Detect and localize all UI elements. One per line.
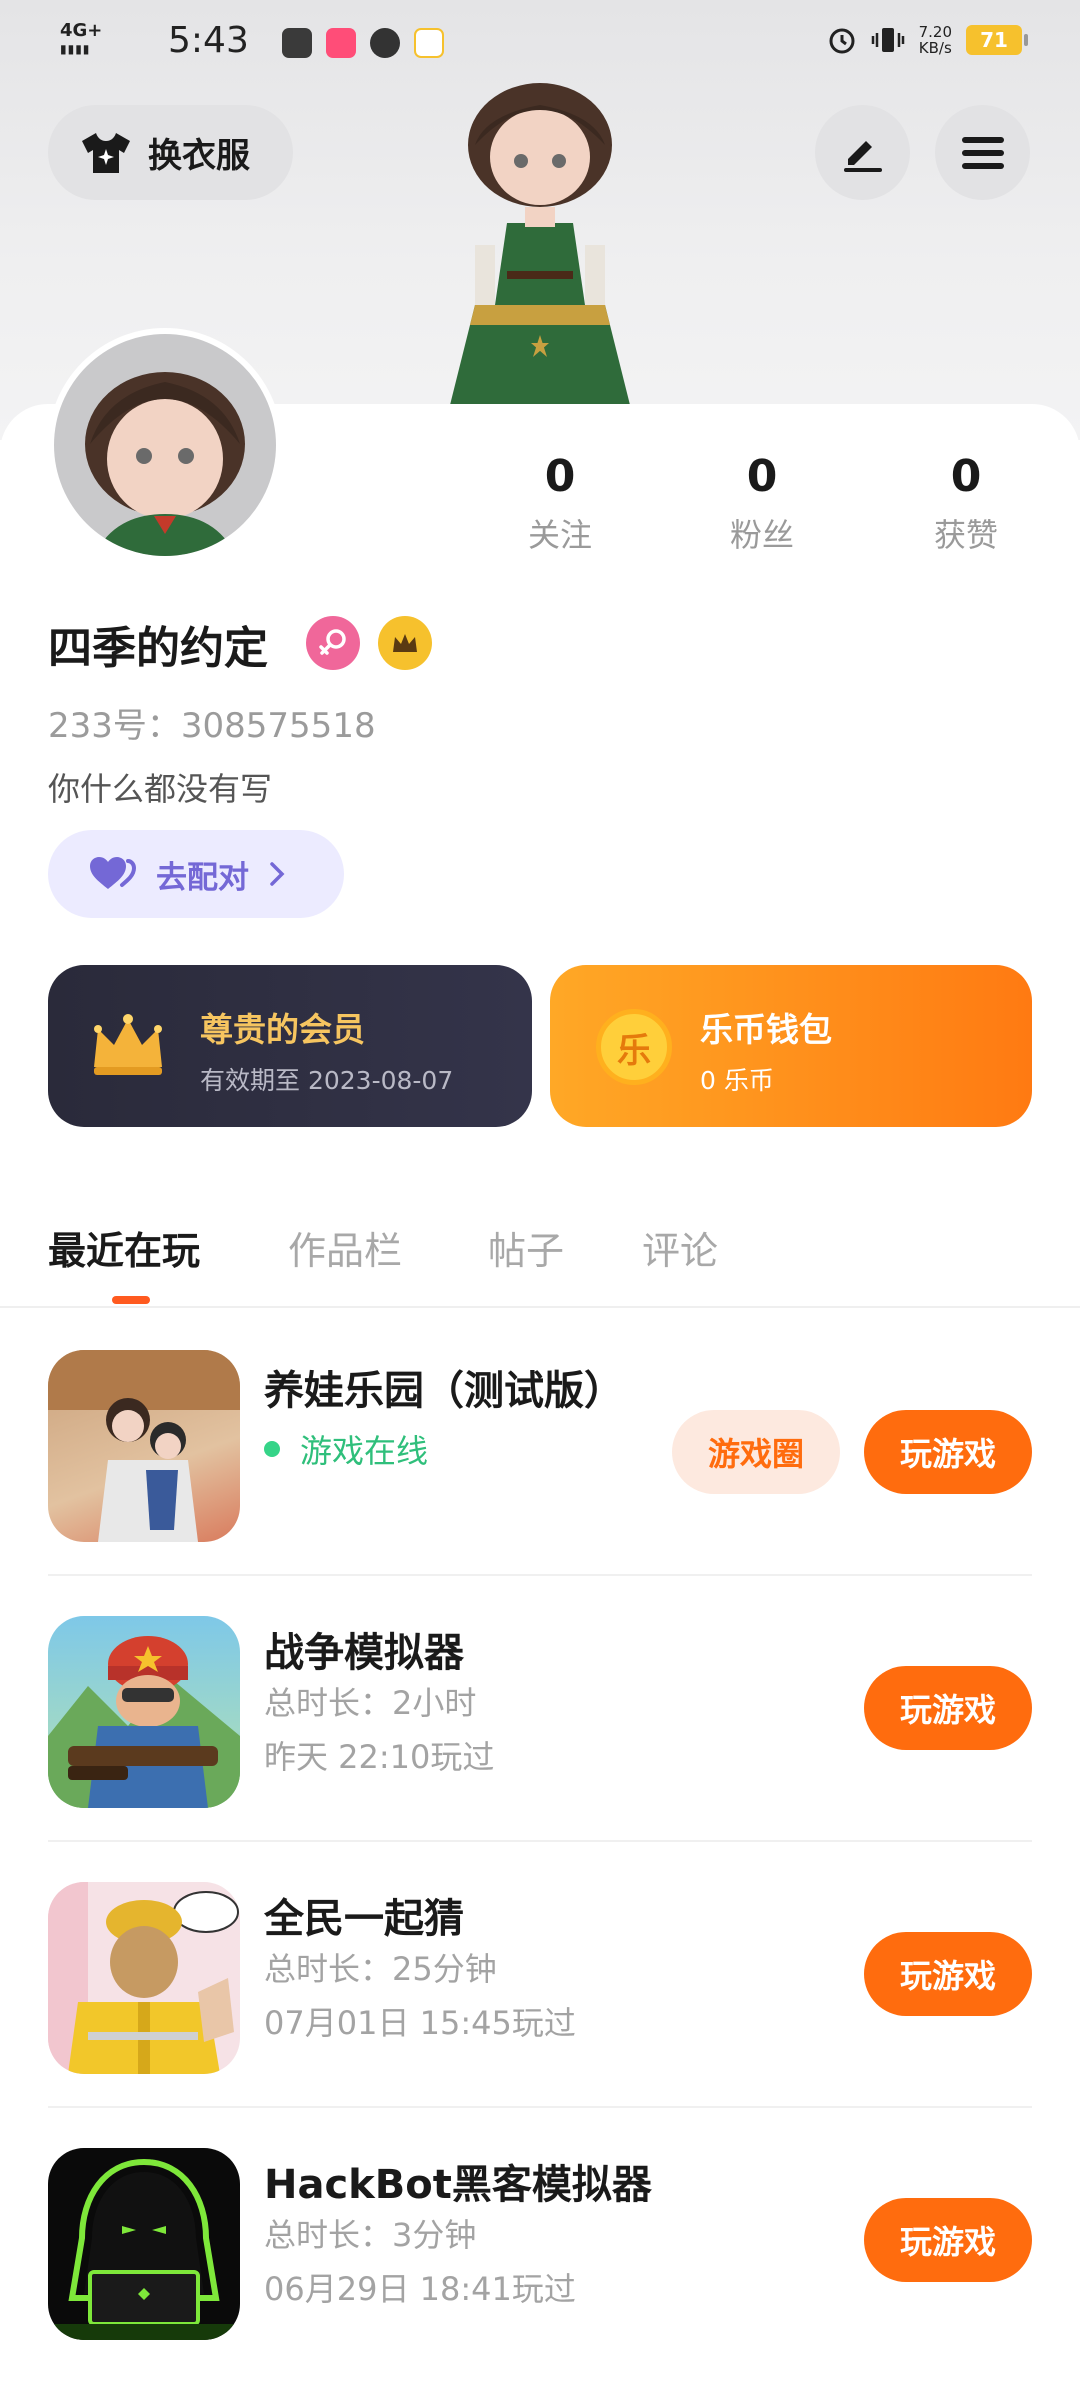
tab-posts[interactable]: 帖子 — [488, 1220, 564, 1275]
app-notification-icon — [326, 28, 356, 58]
status-bar: 4G+ ▮▮▮▮ 5:43 7.20 KB/s 71 — [0, 0, 1080, 86]
status-right: 7.20 KB/s 71 — [827, 23, 1028, 57]
dress-up-label: 换衣服 — [148, 136, 250, 176]
wallet-title: 乐币钱包 — [700, 1010, 832, 1049]
network-speed: 7.20 KB/s — [918, 23, 952, 57]
user-id: 233号：308575518 — [48, 706, 376, 746]
app-notification-icon — [282, 28, 312, 58]
vip-crown-icon — [378, 616, 432, 670]
likes-stat[interactable]: 0 获赞 — [896, 452, 1036, 556]
followers-stat[interactable]: 0 粉丝 — [692, 452, 832, 556]
content-tabs: 最近在玩 作品栏 帖子 评论 — [0, 1210, 1080, 1308]
heart-icon — [90, 857, 137, 889]
character-figure — [450, 83, 630, 405]
game-name: 战争模拟器 — [264, 1630, 464, 1676]
membership-expiry: 有效期至 2023-08-07 — [200, 1066, 454, 1095]
match-button[interactable]: 去配对 — [48, 830, 344, 918]
play-game-button[interactable]: 玩游戏 — [864, 1932, 1032, 2016]
game-circle-button[interactable]: 游戏圈 — [672, 1410, 840, 1494]
tab-comments[interactable]: 评论 — [642, 1220, 718, 1275]
battery-indicator: 71 — [966, 25, 1028, 55]
chevron-right-icon — [270, 862, 285, 886]
hamburger-menu-icon — [961, 136, 1004, 169]
wallet-balance: 0 乐币 — [700, 1066, 774, 1095]
status-time: 5:43 — [168, 20, 249, 61]
game-row[interactable]: 战争模拟器 总时长：2小时 昨天 22:10玩过 玩游戏 — [0, 1576, 1080, 1842]
avatar-image — [85, 372, 245, 556]
play-game-button[interactable]: 玩游戏 — [864, 2198, 1032, 2282]
game-icon[interactable] — [48, 1616, 240, 1808]
play-game-button[interactable]: 玩游戏 — [864, 1410, 1032, 1494]
menu-button[interactable] — [935, 105, 1030, 200]
last-played: 07月01日 15:45玩过 — [264, 2004, 576, 2042]
last-played: 昨天 22:10玩过 — [264, 1738, 495, 1776]
coin-icon: 乐 — [596, 1009, 672, 1085]
last-played: 06月29日 18:41玩过 — [264, 2270, 576, 2308]
game-name: 养娃乐园（测试版） — [264, 1368, 624, 1414]
following-stat[interactable]: 0 关注 — [490, 452, 630, 556]
membership-card[interactable]: 尊贵的会员 有效期至 2023-08-07 — [48, 965, 532, 1127]
game-icon[interactable] — [48, 2148, 240, 2340]
signal-bars-icon: ▮▮▮▮ — [60, 42, 91, 56]
avatar[interactable] — [48, 328, 282, 562]
dress-up-button[interactable]: 换衣服 — [48, 105, 293, 200]
game-icon[interactable] — [48, 1882, 240, 2074]
game-icon[interactable] — [48, 1350, 240, 1542]
match-label: 去配对 — [156, 859, 249, 896]
online-status: 游戏在线 — [264, 1426, 428, 1472]
game-name: 全民一起猜 — [264, 1896, 464, 1942]
user-bio: 你什么都没有写 — [48, 770, 273, 808]
app-notification-icon — [414, 28, 444, 58]
shirt-icon — [82, 132, 130, 173]
game-row[interactable]: 全民一起猜 总时长：25分钟 07月01日 15:45玩过 玩游戏 — [0, 1842, 1080, 2108]
game-row[interactable]: 养娃乐园（测试版） 游戏在线 游戏圈 玩游戏 — [0, 1310, 1080, 1576]
signal-indicator: 4G+ ▮▮▮▮ — [60, 20, 103, 57]
membership-title: 尊贵的会员 — [200, 1010, 365, 1049]
active-tab-indicator — [112, 1296, 150, 1304]
game-row[interactable]: HackBot黑客模拟器 总时长：3分钟 06月29日 18:41玩过 玩游戏 — [0, 2108, 1080, 2374]
wallet-card[interactable]: 乐 乐币钱包 0 乐币 — [550, 965, 1032, 1127]
game-name: HackBot黑客模拟器 — [264, 2162, 652, 2208]
pencil-icon — [843, 140, 882, 172]
edit-profile-button[interactable] — [815, 105, 910, 200]
crown-icon — [94, 1014, 162, 1075]
app-notification-icon — [370, 28, 400, 58]
vibrate-icon — [871, 28, 904, 52]
tab-works[interactable]: 作品栏 — [288, 1220, 402, 1275]
play-duration: 总时长：2小时 — [264, 1684, 477, 1722]
alarm-icon — [829, 28, 855, 54]
username: 四季的约定 — [48, 623, 268, 674]
play-duration: 总时长：25分钟 — [264, 1950, 497, 1988]
play-duration: 总时长：3分钟 — [264, 2216, 477, 2254]
online-dot-icon — [264, 1441, 280, 1457]
gender-female-icon — [306, 616, 360, 670]
play-game-button[interactable]: 玩游戏 — [864, 1666, 1032, 1750]
tab-recent-played[interactable]: 最近在玩 — [48, 1220, 200, 1275]
